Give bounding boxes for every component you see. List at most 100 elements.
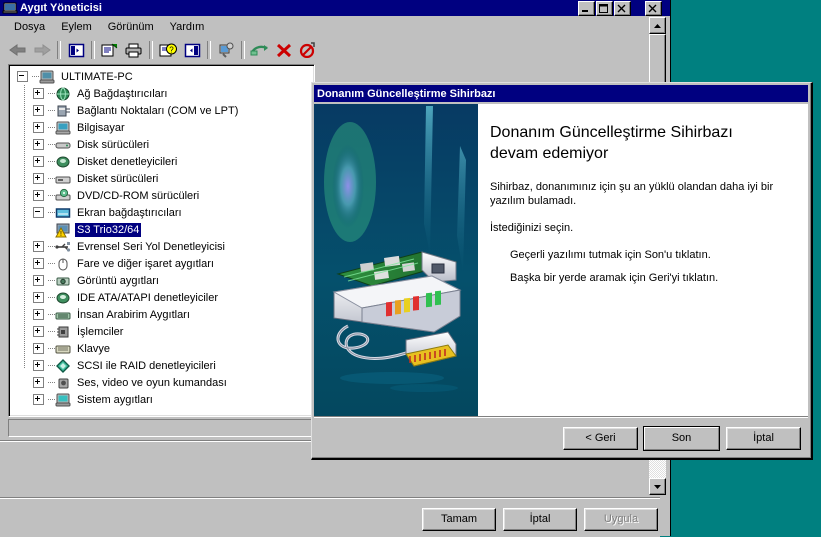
- expand-icon[interactable]: [33, 88, 44, 99]
- collapse-icon[interactable]: [33, 207, 44, 218]
- tree-item-label: S3 Trio32/64: [75, 222, 142, 237]
- cancel-button[interactable]: İptal: [503, 508, 577, 531]
- back-button[interactable]: < Geri: [563, 427, 638, 450]
- tree-root-node[interactable]: ULTIMATE-PC: [11, 68, 311, 85]
- expand-icon[interactable]: [33, 292, 44, 303]
- tree-item-computer[interactable]: Bilgisayar: [11, 119, 311, 136]
- tree-item-label: Fare ve diğer işaret aygıtları: [77, 257, 214, 270]
- expand-icon[interactable]: [33, 377, 44, 388]
- cdrom-icon: [55, 188, 72, 204]
- help-icon[interactable]: ?: [156, 39, 180, 62]
- device-manager-icon: [2, 1, 18, 15]
- tree-item-label: İnsan Arabirim Aygıtları: [77, 308, 190, 321]
- device-tree-panel[interactable]: ULTIMATE-PC Ağ Bağdaştırıcıları Bağlantı…: [8, 64, 315, 417]
- ok-button[interactable]: Tamam: [422, 508, 496, 531]
- menu-gorunum[interactable]: Görünüm: [100, 19, 162, 35]
- forward-icon[interactable]: [30, 39, 54, 62]
- expand-icon[interactable]: [33, 309, 44, 320]
- back-icon[interactable]: [6, 39, 30, 62]
- tree-dots: [47, 187, 55, 204]
- wizard-bullet-2: Başka bir yerde aramak için Geri'yi tıkl…: [510, 272, 719, 284]
- imaging-device-icon: [55, 273, 72, 289]
- wizard-cancel-button[interactable]: İptal: [726, 427, 801, 450]
- expand-icon[interactable]: [33, 190, 44, 201]
- tree-dots: [47, 374, 55, 391]
- tree-item-ide-controllers[interactable]: IDE ATA/ATAPI denetleyiciler: [11, 289, 311, 306]
- scan-hardware-icon[interactable]: [214, 39, 238, 62]
- tree-item-ports[interactable]: Bağlantı Noktaları (COM ve LPT): [11, 102, 311, 119]
- toolbar-separator: [91, 41, 95, 59]
- tree-item-floppy-drives[interactable]: Disket sürücüleri: [11, 170, 311, 187]
- tree-dots: [47, 153, 55, 170]
- expand-icon[interactable]: [33, 173, 44, 184]
- expand-icon[interactable]: [33, 122, 44, 133]
- tree-item-floppy-controllers[interactable]: Disket denetleyicileri: [11, 153, 311, 170]
- menu-eylem[interactable]: Eylem: [53, 19, 100, 35]
- tree-item-display-adapters[interactable]: Ekran bağdaştırıcıları: [11, 204, 311, 221]
- expand-icon[interactable]: [33, 326, 44, 337]
- menu-dosya[interactable]: Dosya: [6, 19, 53, 35]
- console-tree-icon[interactable]: [180, 39, 204, 62]
- tree-root-label: ULTIMATE-PC: [61, 70, 133, 83]
- tree-item-usb-controllers[interactable]: Evrensel Seri Yol Denetleyicisi: [11, 238, 311, 255]
- wizard-footer: < Geri Son İptal: [314, 416, 808, 457]
- tree-item-network-adapters[interactable]: Ağ Bağdaştırıcıları: [11, 85, 311, 102]
- tree-item-scsi-raid[interactable]: SCSI ile RAID denetleyicileri: [11, 357, 311, 374]
- tree-item-disk-drives[interactable]: Disk sürücüleri: [11, 136, 311, 153]
- maximize-icon[interactable]: [596, 1, 613, 16]
- keyboard-icon: [55, 341, 72, 357]
- expand-icon[interactable]: [33, 394, 44, 405]
- app-window-controls: [578, 1, 631, 16]
- expand-icon[interactable]: [33, 139, 44, 150]
- minimize-icon[interactable]: [578, 1, 595, 16]
- expand-icon[interactable]: [33, 156, 44, 167]
- tree-dots: [47, 119, 55, 136]
- system-device-icon: [55, 392, 72, 408]
- expand-icon[interactable]: [33, 258, 44, 269]
- scroll-down-icon[interactable]: [649, 478, 666, 495]
- tree-item-label: Disk sürücüleri: [77, 138, 150, 151]
- finish-button[interactable]: Son: [643, 426, 720, 451]
- tree-item-system-devices[interactable]: Sistem aygıtları: [11, 391, 311, 408]
- tree-dots: [47, 85, 55, 102]
- tree-item-keyboards[interactable]: Klavye: [11, 340, 311, 357]
- scroll-up-icon[interactable]: [649, 17, 666, 34]
- tree-item-dvd-cdrom[interactable]: DVD/CD-ROM sürücüleri: [11, 187, 311, 204]
- tree-item-s3-trio[interactable]: ! S3 Trio32/64: [11, 221, 311, 238]
- collapse-icon[interactable]: [17, 71, 28, 82]
- update-driver-icon[interactable]: [248, 39, 272, 62]
- expand-icon[interactable]: [33, 241, 44, 252]
- ide-controller-icon: [55, 290, 72, 306]
- usb-icon: [55, 239, 72, 255]
- footer-separator: [314, 416, 808, 418]
- tree-item-processors[interactable]: İşlemciler: [11, 323, 311, 340]
- disk-drive-icon: [55, 137, 72, 153]
- display-adapter-warning-icon: !: [55, 222, 72, 238]
- floppy-controller-icon: [55, 154, 72, 170]
- tree-item-imaging-devices[interactable]: Görüntü aygıtları: [11, 272, 311, 289]
- show-hide-tree-icon[interactable]: [64, 39, 88, 62]
- tree-item-label: Evrensel Seri Yol Denetleyicisi: [77, 240, 225, 253]
- expand-icon[interactable]: [33, 275, 44, 286]
- app-titlebar: Aygıt Yöneticisi: [0, 0, 670, 16]
- tree-item-sound-video-game[interactable]: Ses, video ve oyun kumandası: [11, 374, 311, 391]
- menu-yardim[interactable]: Yardım: [162, 19, 213, 35]
- expand-icon[interactable]: [33, 105, 44, 116]
- expand-icon[interactable]: [33, 343, 44, 354]
- tree-dots: [31, 68, 39, 85]
- mouse-icon: [55, 256, 72, 272]
- disable-icon[interactable]: [296, 39, 320, 62]
- tree-item-mice[interactable]: Fare ve diğer işaret aygıtları: [11, 255, 311, 272]
- uninstall-icon[interactable]: [272, 39, 296, 62]
- tree-dots: [47, 289, 55, 306]
- tree-dots: [47, 306, 55, 323]
- tree-item-hid[interactable]: İnsan Arabirim Aygıtları: [11, 306, 311, 323]
- tree-dots: [47, 102, 55, 119]
- expand-icon[interactable]: [33, 360, 44, 371]
- close-icon[interactable]: [614, 1, 631, 16]
- properties-icon[interactable]: [98, 39, 122, 62]
- wizard-content: Donanım Güncelleştirme Sihirbazı devam e…: [478, 104, 808, 416]
- floppy-drive-icon: [55, 171, 72, 187]
- close-icon[interactable]: [645, 1, 662, 16]
- print-icon[interactable]: [122, 39, 146, 62]
